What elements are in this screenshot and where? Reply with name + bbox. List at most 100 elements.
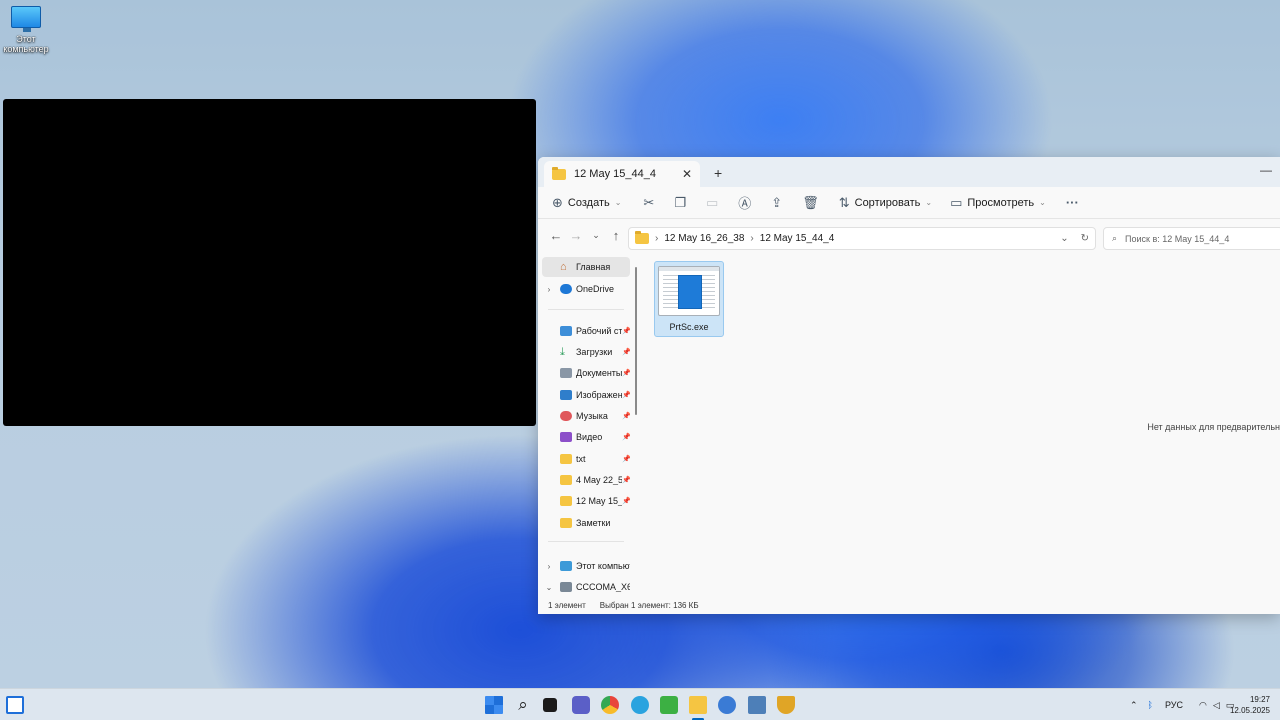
sidebar-item-pictures[interactable]: Изображени 📌 bbox=[542, 385, 630, 405]
chevron-down-icon: ⌄ bbox=[1039, 198, 1046, 207]
volume-icon[interactable]: ◁ bbox=[1213, 700, 1220, 711]
sidebar-item-drive[interactable]: ⌄ CCCOMA_X64FI bbox=[542, 577, 630, 597]
breadcrumb-separator-icon: › bbox=[750, 233, 754, 244]
sidebar-item-folder[interactable]: 12 May 15_4€ 📌 bbox=[542, 491, 630, 511]
up-arrow-icon[interactable]: ↑ bbox=[606, 228, 626, 243]
sidebar-item-downloads[interactable]: ⤓ Загрузки 📌 bbox=[542, 342, 630, 362]
teams-chat-icon[interactable] bbox=[572, 696, 590, 714]
pin-icon: 📌 bbox=[622, 413, 630, 420]
language-indicator[interactable]: РУС bbox=[1165, 700, 1183, 710]
forward-arrow-icon[interactable]: → bbox=[566, 228, 586, 243]
view-label: Просмотреть bbox=[967, 196, 1035, 209]
shield-app-icon[interactable] bbox=[777, 696, 795, 714]
delete-icon[interactable]: 🗑 bbox=[802, 195, 819, 211]
pin-icon: 📌 bbox=[622, 498, 630, 505]
explorer-tab[interactable]: 12 May 15_44_4 ✕ bbox=[544, 161, 700, 187]
clock-time: 19:27 bbox=[1249, 695, 1270, 704]
address-dropdown-icon[interactable]: ⌄ bbox=[1060, 233, 1068, 244]
sidebar-scrollbar[interactable] bbox=[635, 267, 637, 415]
breadcrumb-separator-icon: › bbox=[655, 233, 659, 244]
sidebar-item-notes[interactable]: Заметки bbox=[542, 513, 630, 533]
sidebar-item-folder[interactable]: 4 May 22_57_ 📌 bbox=[542, 470, 630, 490]
task-view-icon[interactable] bbox=[543, 698, 557, 712]
sidebar-item-desktop[interactable]: Рабочий сто 📌 bbox=[542, 321, 630, 341]
sort-icon: ⇅ bbox=[838, 194, 850, 210]
share-icon[interactable]: ⇪ bbox=[771, 195, 782, 211]
address-bar[interactable]: › 12 May 16_26_38 › 12 May 15_44_4 ⌄ ↻ bbox=[628, 227, 1096, 250]
windows-start-icon[interactable] bbox=[485, 696, 503, 714]
sidebar-item-home[interactable]: ⌂ Главная bbox=[542, 257, 630, 277]
show-widgets-icon[interactable] bbox=[6, 696, 24, 714]
sort-button[interactable]: ⇅ Сортировать ⌄ bbox=[839, 195, 932, 211]
paste-icon[interactable]: ▭ bbox=[706, 195, 718, 211]
clock[interactable]: 19:27 12.05.2025 bbox=[1230, 694, 1270, 716]
black-app-window[interactable] bbox=[3, 99, 536, 426]
sidebar-item-label: CCCOMA_X64FI bbox=[576, 582, 630, 592]
rename-icon[interactable]: Ⓐ bbox=[738, 193, 751, 212]
chevron-down-icon: ⌄ bbox=[925, 198, 933, 207]
pin-icon: 📌 bbox=[622, 477, 630, 484]
sidebar-item-label: Видео bbox=[576, 432, 603, 442]
download-icon: ⤓ bbox=[560, 346, 565, 358]
sidebar-item-label: OneDrive bbox=[576, 284, 615, 294]
back-arrow-icon[interactable]: ← bbox=[546, 228, 566, 243]
search-icon: ⌕ bbox=[1112, 233, 1118, 243]
file-item[interactable]: PrtSc.exe bbox=[654, 261, 724, 337]
file-name: PrtSc.exe bbox=[669, 322, 709, 332]
sidebar-item-onedrive[interactable]: › OneDrive bbox=[542, 279, 630, 299]
cut-icon[interactable]: ✂ bbox=[643, 195, 654, 211]
qbittorrent-icon[interactable] bbox=[718, 696, 736, 714]
breadcrumb-item[interactable]: 12 May 16_26_38 bbox=[664, 233, 744, 244]
folder-icon bbox=[560, 475, 572, 485]
drive-icon bbox=[560, 582, 572, 592]
bluetooth-icon[interactable]: ᛒ bbox=[1148, 700, 1153, 710]
more-options-icon[interactable]: ··· bbox=[1066, 195, 1079, 210]
telegram-icon[interactable] bbox=[631, 696, 649, 714]
computer-icon bbox=[11, 6, 41, 32]
create-button[interactable]: ⊕ Создать ⌄ bbox=[552, 195, 621, 211]
item-count: 1 элемент bbox=[548, 600, 586, 610]
close-tab-icon[interactable]: ✕ bbox=[682, 167, 692, 181]
expand-chevron-icon[interactable]: › bbox=[542, 562, 556, 571]
divider bbox=[548, 541, 624, 542]
app-green-icon[interactable] bbox=[660, 696, 678, 714]
search-input[interactable]: ⌕ Поиск в: 12 May 15_44_4 bbox=[1103, 227, 1280, 250]
pin-icon: 📌 bbox=[622, 349, 630, 356]
sidebar-item-label: Заметки bbox=[576, 518, 611, 528]
recent-locations-icon[interactable]: ⌄ bbox=[586, 230, 606, 241]
create-label: Создать bbox=[567, 196, 610, 209]
collapse-chevron-icon[interactable]: ⌄ bbox=[542, 583, 556, 592]
sidebar-item-documents[interactable]: Документы 📌 bbox=[542, 363, 630, 383]
sidebar-item-label: Документы bbox=[576, 368, 622, 378]
sidebar-item-label: 4 May 22_57_ bbox=[576, 475, 622, 485]
copy-icon[interactable]: ❐ bbox=[674, 195, 686, 211]
folder-icon bbox=[635, 231, 649, 244]
sidebar-item-label: 12 May 15_4€ bbox=[576, 496, 622, 506]
sidebar-item-label: Музыка bbox=[576, 411, 608, 421]
remote-desktop-icon[interactable] bbox=[748, 696, 766, 714]
breadcrumb-item[interactable]: 12 May 15_44_4 bbox=[760, 233, 835, 244]
sidebar-item-music[interactable]: Музыка 📌 bbox=[542, 406, 630, 426]
sidebar-item-txt[interactable]: txt 📌 bbox=[542, 449, 630, 469]
pin-icon: 📌 bbox=[622, 456, 630, 463]
desktop-icon bbox=[560, 326, 572, 336]
view-button[interactable]: ▭ Просмотреть ⌄ bbox=[950, 195, 1046, 211]
sidebar-item-video[interactable]: Видео 📌 bbox=[542, 427, 630, 447]
file-list: PrtSc.exe Нет данных для предварительн bbox=[642, 255, 1280, 595]
minimize-button[interactable]: — bbox=[1260, 163, 1272, 177]
expand-chevron-icon[interactable]: › bbox=[542, 285, 556, 294]
desktop-this-pc-shortcut[interactable]: Этот компьютер bbox=[3, 6, 49, 55]
refresh-icon[interactable]: ↻ bbox=[1081, 233, 1089, 244]
sidebar-item-this-pc[interactable]: › Этот компьюте bbox=[542, 556, 630, 576]
show-hidden-icons-chevron-icon[interactable]: ⌃ bbox=[1130, 700, 1138, 711]
sidebar-item-label: Загрузки bbox=[576, 347, 613, 357]
search-icon[interactable]: ⌕ bbox=[514, 696, 532, 714]
search-placeholder: Поиск в: 12 May 15_44_4 bbox=[1125, 233, 1230, 244]
wifi-icon[interactable]: ◠ bbox=[1199, 700, 1207, 711]
file-explorer-icon[interactable] bbox=[689, 696, 707, 714]
pictures-icon bbox=[560, 390, 572, 400]
new-tab-button[interactable]: + bbox=[714, 165, 722, 181]
system-tray: ⌃ ᛒ РУС ◠ ◁ ▭ bbox=[1130, 689, 1234, 720]
video-icon bbox=[560, 432, 572, 442]
chrome-icon[interactable] bbox=[601, 696, 619, 714]
